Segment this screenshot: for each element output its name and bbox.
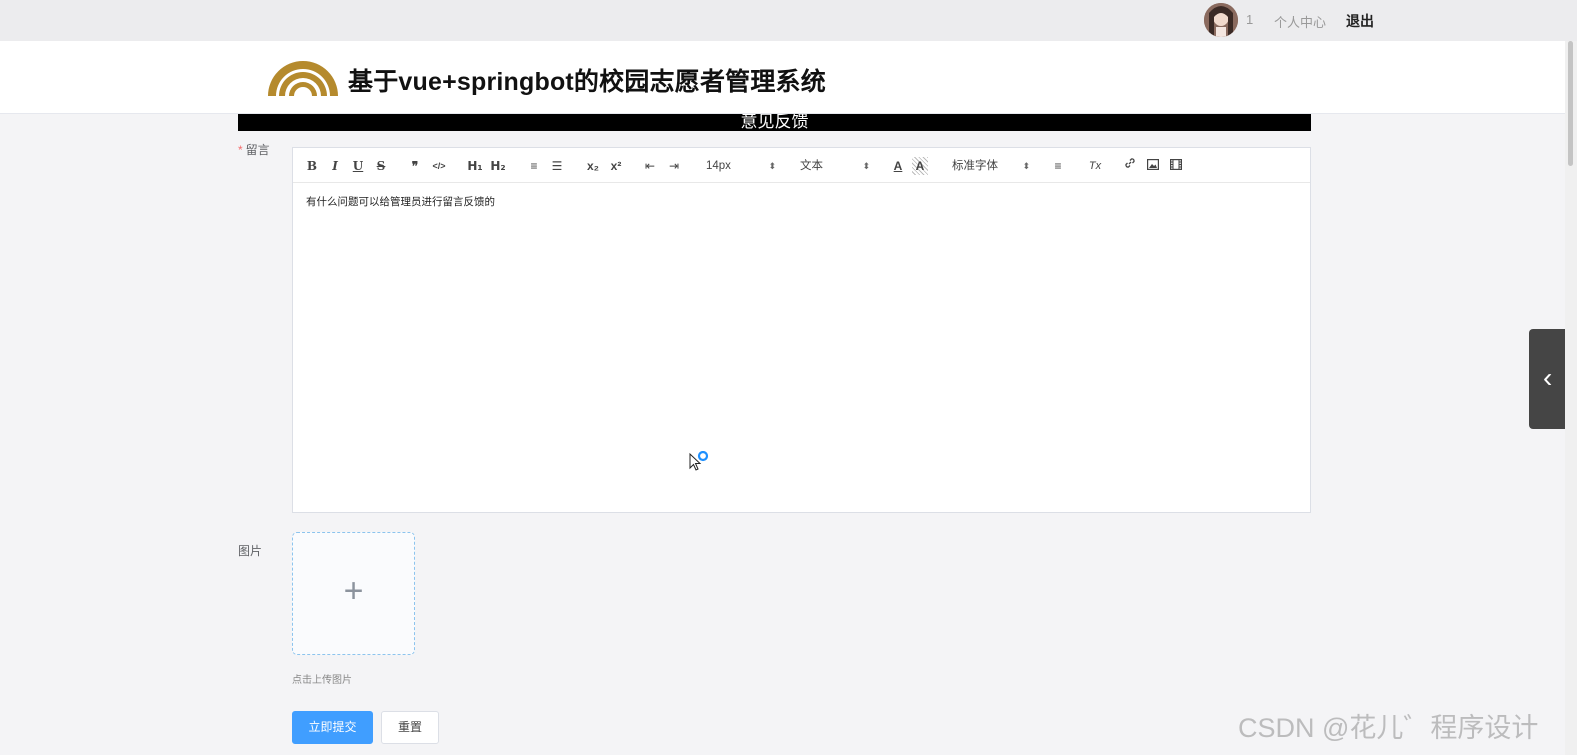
top-bar: 1 个人中心 退出 xyxy=(0,0,1577,41)
clean-format-button[interactable]: Tx xyxy=(1086,157,1104,175)
site-title: 基于vue+springbot的校园志愿者管理系统 xyxy=(348,68,826,96)
italic-button[interactable]: I xyxy=(326,157,344,175)
editor-content[interactable]: 有什么问题可以给管理员进行留言反馈的 xyxy=(306,194,495,209)
message-label: 留言 xyxy=(245,143,270,157)
required-mark: * xyxy=(238,143,243,157)
section-title: 意见反馈 xyxy=(740,114,809,131)
section-header: 意见反馈 xyxy=(238,114,1311,131)
bold-button[interactable]: B xyxy=(303,157,321,175)
avatar[interactable] xyxy=(1204,3,1238,37)
profile-link[interactable]: 个人中心 xyxy=(1274,12,1326,31)
header-select[interactable]: 文本 ⬍ xyxy=(800,157,870,175)
side-collapse-tab[interactable]: ‹ xyxy=(1529,329,1569,429)
logout-link[interactable]: 退出 xyxy=(1346,11,1374,31)
font-family-value: 标准字体 xyxy=(952,160,998,172)
header-select-value: 文本 xyxy=(800,160,823,172)
rich-text-editor: B I U S ❞ </> H₁ H₂ ≡ ☰ x₂ x² ⇤ ⇥ 14px ⬍… xyxy=(292,147,1311,513)
image-button[interactable] xyxy=(1144,157,1162,175)
link-icon xyxy=(1125,158,1135,168)
chevron-updown-icon: ⬍ xyxy=(768,161,776,171)
site-header: 基于vue+springbot的校园志愿者管理系统 xyxy=(0,41,1577,114)
page-scrollbar[interactable] xyxy=(1565,41,1577,755)
indent-button[interactable]: ⇥ xyxy=(665,157,683,175)
bullet-list-button[interactable]: ☰ xyxy=(548,157,566,175)
plus-icon: + xyxy=(343,572,364,610)
font-family-select[interactable]: 标准字体 ⬍ xyxy=(952,157,1030,175)
subscript-button[interactable]: x₂ xyxy=(583,157,603,175)
font-size-value: 14px xyxy=(706,160,731,172)
h2-button[interactable]: H₂ xyxy=(488,157,508,175)
image-icon xyxy=(1147,159,1160,171)
reset-button[interactable]: 重置 xyxy=(381,711,439,744)
user-id: 1 xyxy=(1246,12,1254,27)
chevron-left-icon: ‹ xyxy=(1543,362,1553,393)
submit-button[interactable]: 立即提交 xyxy=(292,711,373,744)
video-icon xyxy=(1170,159,1183,171)
font-color-button[interactable]: A xyxy=(890,157,906,175)
upload-tip: 点击上传图片 xyxy=(292,675,352,686)
image-label: 图片 xyxy=(238,544,263,558)
blockquote-button[interactable]: ❞ xyxy=(406,157,424,175)
scrollbar-thumb[interactable] xyxy=(1568,41,1573,166)
outdent-button[interactable]: ⇤ xyxy=(641,157,659,175)
superscript-button[interactable]: x² xyxy=(606,157,626,175)
underline-button[interactable]: U xyxy=(349,157,367,175)
watermark: CSDN @花儿゛程序设计 xyxy=(1238,713,1539,743)
chevron-updown-icon: ⬍ xyxy=(862,161,870,171)
editor-toolbar: B I U S ❞ </> H₁ H₂ ≡ ☰ x₂ x² ⇤ ⇥ 14px ⬍… xyxy=(293,148,1310,183)
code-button[interactable]: </> xyxy=(429,157,449,175)
message-label-wrap: * 留言 xyxy=(238,141,270,158)
site-logo[interactable] xyxy=(266,54,340,98)
align-button[interactable]: ≡ xyxy=(1049,157,1067,175)
video-button[interactable] xyxy=(1167,157,1185,175)
background-color-button[interactable]: A xyxy=(912,157,928,175)
h1-button[interactable]: H₁ xyxy=(465,157,485,175)
link-button[interactable] xyxy=(1121,157,1139,175)
image-upload-button[interactable]: + xyxy=(292,532,415,655)
chevron-updown-icon: ⬍ xyxy=(1022,161,1030,171)
busy-cursor-icon xyxy=(689,451,709,471)
font-size-select[interactable]: 14px ⬍ xyxy=(706,157,776,175)
ordered-list-button[interactable]: ≡ xyxy=(525,157,543,175)
strike-button[interactable]: S xyxy=(372,157,390,175)
